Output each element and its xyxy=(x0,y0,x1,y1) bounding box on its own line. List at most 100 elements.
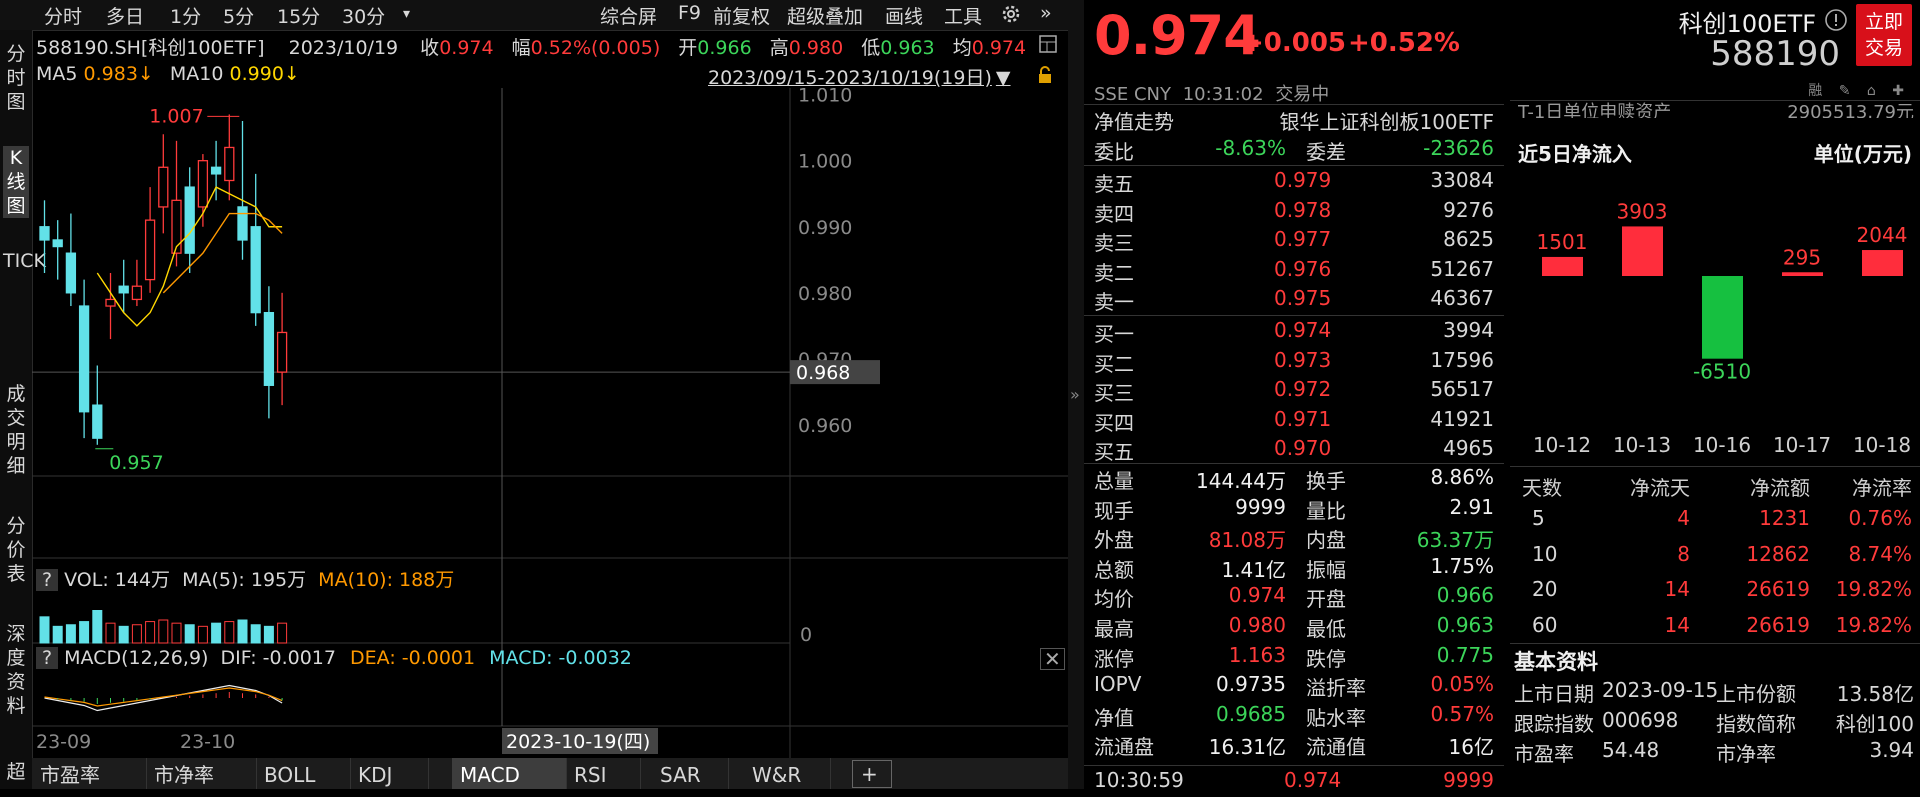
panel-splitter[interactable]: » xyxy=(1068,0,1084,789)
nav-depth-data[interactable]: 深度资料 xyxy=(3,622,29,718)
ask-row: 卖一 0.975 46367 xyxy=(1094,286,1494,315)
tab-30min[interactable]: 30分 xyxy=(342,2,385,29)
gear-icon[interactable] xyxy=(1000,3,1022,30)
trade-now-button[interactable]: 立即交易 xyxy=(1856,4,1912,66)
inflow-date-label: 10-18 xyxy=(1853,433,1911,457)
last-trade-row: 10:30:59 0.974 9999 xyxy=(1094,768,1494,792)
candle-body xyxy=(78,305,90,413)
tab-wr[interactable]: W&R xyxy=(744,758,831,789)
tab-1min[interactable]: 1分 xyxy=(170,2,201,29)
help-icon[interactable]: ? xyxy=(36,569,59,591)
inflow-value-label: 2044 xyxy=(1857,223,1908,247)
flow-table-cell: 14 xyxy=(1664,612,1690,637)
nav-trend-row[interactable]: 净值走势 银华上证科创板100ETF xyxy=(1094,106,1494,135)
inflow-value-label: -6510 xyxy=(1693,360,1751,384)
tab-multiday[interactable]: 多日 xyxy=(106,2,144,29)
tab-pb[interactable]: 市净率 xyxy=(146,758,257,789)
ask-volume: 8625 xyxy=(1443,227,1494,251)
flow-table-head-cell: 天数 xyxy=(1522,476,1562,500)
left-vertical-nav: 分时图 K线图 TICK 成交明细 分价表 深度资料 超 xyxy=(0,30,46,789)
nav-kline-chart[interactable]: K线图 xyxy=(3,146,29,218)
forward-adjust-button[interactable]: 前复权 xyxy=(713,2,770,29)
draw-line-button[interactable]: 画线 xyxy=(885,2,923,29)
basic-info-label: 指数简称 xyxy=(1716,712,1796,736)
net-inflow-chart: 1501 10-12 3903 10-13 -6510 10-16 295 10-17 2044… xyxy=(1533,199,1911,457)
ask-level-label: 卖一 xyxy=(1094,290,1134,314)
tab-sar[interactable]: SAR xyxy=(652,758,729,789)
stat-label: 开盘 xyxy=(1306,587,1346,612)
flow-table-cell: 19.82% xyxy=(1835,577,1912,601)
add-indicator-button[interactable]: + xyxy=(852,760,892,788)
tab-intraday[interactable]: 分时 xyxy=(44,2,82,29)
tools-button[interactable]: 工具 xyxy=(944,2,982,29)
macd-dea-line xyxy=(44,687,283,707)
expand-icon[interactable]: » xyxy=(1040,2,1052,24)
nav-tick[interactable]: TICK xyxy=(3,250,46,273)
flow-table-cell: 10 xyxy=(1532,541,1558,566)
mini-toolbar[interactable]: 融 ✎ ⌂ ✚ xyxy=(1808,80,1910,100)
bid-volume: 56517 xyxy=(1430,377,1494,401)
basic-info-label: 上市日期 xyxy=(1514,682,1594,706)
min-price-label: 0.957 xyxy=(109,452,163,474)
volume-bar xyxy=(171,622,182,644)
nav-trade-detail[interactable]: 成交明细 xyxy=(3,382,29,478)
stat-value: 0.05% xyxy=(1430,672,1494,697)
f9-button[interactable]: F9 xyxy=(678,2,701,24)
inflow-bar xyxy=(1622,226,1663,276)
x-tick-label: 23-10 xyxy=(180,731,235,753)
bid-row: 买一 0.974 3994 xyxy=(1094,318,1494,347)
tab-boll[interactable]: BOLL xyxy=(256,758,351,789)
nav-intraday-chart[interactable]: 分时图 xyxy=(3,42,29,114)
tab-kdj[interactable]: KDJ xyxy=(350,758,429,789)
indicator-tabs: 市盈率 市净率 BOLL KDJ MACD RSI SAR W&R + xyxy=(32,758,1068,789)
flow-table-cell: 8.74% xyxy=(1848,541,1912,566)
volume-bar xyxy=(250,624,261,644)
basic-info-label: 跟踪指数 xyxy=(1514,712,1594,736)
close-icon[interactable]: ✕ xyxy=(1040,648,1065,670)
change-value: 0.52%(0.005) xyxy=(530,37,661,59)
tab-macd[interactable]: MACD xyxy=(452,758,567,789)
tab-pe[interactable]: 市盈率 xyxy=(32,758,147,789)
tab-rsi[interactable]: RSI xyxy=(566,758,641,789)
flow-table-cell: 12862 xyxy=(1746,541,1810,566)
ask-row: 卖三 0.977 8625 xyxy=(1094,227,1494,256)
stat-row: IOPV 0.9735 溢折率 0.05% xyxy=(1094,672,1494,701)
stat-row: 总量 144.44万 换手 8.86% xyxy=(1094,465,1494,494)
open-value: 0.966 xyxy=(697,37,752,59)
volume-bar xyxy=(52,625,63,644)
tab-5min[interactable]: 5分 xyxy=(223,2,254,29)
basic-info-label: 上市份额 xyxy=(1716,682,1796,706)
help-icon[interactable]: ? xyxy=(36,647,59,669)
crosshair-date-label: 2023-10-19(四) xyxy=(506,731,650,753)
basic-info-value: 3.94 xyxy=(1869,738,1914,762)
volume-bar xyxy=(184,624,195,644)
lock-icon[interactable] xyxy=(1036,66,1054,89)
more-periods-dropdown[interactable]: ▾ xyxy=(403,6,410,22)
stat-row: 涨停 1.163 跌停 0.775 xyxy=(1094,643,1494,672)
macd-legend: ? MACD(12,26,9) DIF: -0.0017 DEA: -0.000… xyxy=(36,647,632,669)
price-change: +0.005 xyxy=(1242,28,1347,58)
overlay-button[interactable]: 超级叠加 xyxy=(787,2,863,29)
composite-screen-button[interactable]: 综合屏 xyxy=(600,2,657,29)
tab-15min[interactable]: 15分 xyxy=(277,2,320,29)
flow-table-row: 60 14 26619 19.82% xyxy=(1510,613,1920,643)
volume-bar xyxy=(158,619,169,644)
info-icon[interactable] xyxy=(1824,8,1848,37)
stat-row: 外盘 81.08万 内盘 63.37万 xyxy=(1094,524,1494,553)
price-change-pct: +0.52% xyxy=(1348,28,1460,58)
low-value: 0.963 xyxy=(880,37,935,59)
stat-label: 均价 xyxy=(1094,587,1134,612)
inflow-bar xyxy=(1782,272,1823,276)
net-inflow-unit: 单位(万元) xyxy=(1813,142,1912,166)
volume-bar xyxy=(237,619,248,644)
template-icon[interactable] xyxy=(1038,34,1058,59)
volume-bar xyxy=(277,622,288,644)
stat-label: IOPV xyxy=(1094,672,1142,697)
nav-price-distribution[interactable]: 分价表 xyxy=(3,514,29,586)
inflow-date-label: 10-12 xyxy=(1533,433,1591,457)
ask-level-label: 卖五 xyxy=(1094,172,1134,196)
volume-bar xyxy=(79,621,90,644)
date-range-selector[interactable]: 2023/09/15-2023/10/19(19日) ▼ xyxy=(708,63,1011,90)
bid-level-label: 买二 xyxy=(1094,351,1134,376)
nav-more[interactable]: 超 xyxy=(3,760,29,784)
